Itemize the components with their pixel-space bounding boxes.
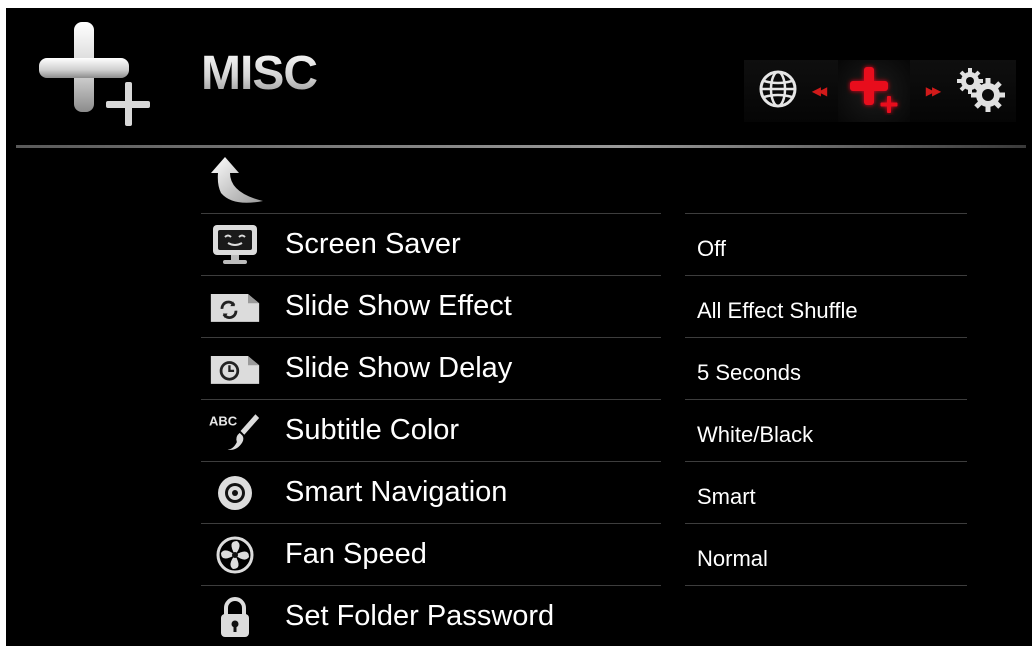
menu-item-label: Smart Navigation bbox=[285, 476, 508, 508]
misc-plus-icon bbox=[846, 63, 902, 120]
slide-refresh-icon bbox=[209, 284, 261, 329]
slide-clock-icon bbox=[209, 346, 261, 391]
nav-misc[interactable] bbox=[838, 60, 910, 122]
gears-icon bbox=[950, 63, 1010, 120]
menu-item-slide-show-effect[interactable]: Slide Show Effect bbox=[201, 275, 661, 337]
value-slide-show-delay[interactable]: 5 Seconds bbox=[685, 337, 967, 399]
value-text: Normal bbox=[697, 546, 768, 571]
menu-item-label: Subtitle Color bbox=[285, 414, 460, 446]
menu-item-label: Screen Saver bbox=[285, 228, 461, 260]
nav-next-button[interactable]: ▶▶ bbox=[920, 60, 944, 122]
abc-brush-icon: ABC bbox=[209, 408, 261, 453]
svg-text:ABC: ABC bbox=[209, 413, 238, 428]
value-text: Smart bbox=[697, 484, 756, 509]
globe-icon bbox=[758, 69, 798, 114]
lock-icon bbox=[209, 594, 261, 639]
monitor-face-icon bbox=[209, 222, 261, 267]
settings-list: Screen Saver Slide Show Effect Slide Sho… bbox=[201, 213, 661, 646]
value-text: All Effect Shuffle bbox=[697, 298, 858, 323]
menu-item-label: Slide Show Delay bbox=[285, 352, 513, 384]
value-subtitle-color[interactable]: White/Black bbox=[685, 399, 967, 461]
value-screen-saver[interactable]: Off bbox=[685, 213, 967, 275]
tv-screen: MISC ◀◀ ▶▶ Screen Saver Slide Show Effec… bbox=[6, 8, 1032, 646]
page-title: MISC bbox=[201, 47, 318, 100]
value-set-folder-password[interactable] bbox=[685, 585, 967, 646]
menu-item-label: Set Folder Password bbox=[285, 600, 555, 632]
misc-plus-icon bbox=[36, 18, 156, 133]
value-smart-navigation[interactable]: Smart bbox=[685, 461, 967, 523]
header-divider bbox=[16, 145, 1026, 148]
settings-values: Off All Effect Shuffle 5 Seconds White/B… bbox=[685, 213, 967, 646]
menu-item-label: Fan Speed bbox=[285, 538, 427, 570]
prev-arrow-icon: ◀◀ bbox=[811, 84, 828, 98]
back-arrow-icon bbox=[211, 155, 267, 212]
disc-icon bbox=[209, 470, 261, 515]
back-button[interactable] bbox=[201, 151, 661, 211]
value-text: Off bbox=[697, 236, 726, 261]
nav-network[interactable] bbox=[752, 60, 804, 122]
nav-setup[interactable] bbox=[946, 60, 1014, 122]
value-text: White/Black bbox=[697, 422, 814, 447]
menu-item-smart-navigation[interactable]: Smart Navigation bbox=[201, 461, 661, 523]
value-slide-show-effect[interactable]: All Effect Shuffle bbox=[685, 275, 967, 337]
next-arrow-icon: ▶▶ bbox=[925, 84, 942, 98]
menu-item-slide-show-delay[interactable]: Slide Show Delay bbox=[201, 337, 661, 399]
nav-prev-button[interactable]: ◀◀ bbox=[806, 60, 830, 122]
category-nav: ◀◀ ▶▶ bbox=[744, 60, 1016, 122]
menu-item-fan-speed[interactable]: Fan Speed bbox=[201, 523, 661, 585]
menu-item-subtitle-color[interactable]: ABC Subtitle Color bbox=[201, 399, 661, 461]
value-fan-speed[interactable]: Normal bbox=[685, 523, 967, 585]
menu-item-screen-saver[interactable]: Screen Saver bbox=[201, 213, 661, 275]
menu-item-label: Slide Show Effect bbox=[285, 290, 512, 322]
fan-icon bbox=[209, 532, 261, 577]
menu-item-set-folder-password[interactable]: Set Folder Password bbox=[201, 585, 661, 646]
value-text: 5 Seconds bbox=[697, 360, 801, 385]
